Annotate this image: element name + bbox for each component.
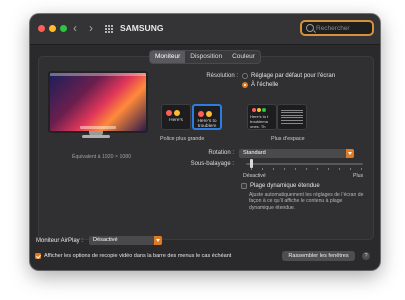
resolution-scaled-radio[interactable] bbox=[242, 82, 248, 88]
rotation-popup[interactable]: Standard bbox=[239, 149, 354, 158]
chevron-down-icon bbox=[346, 149, 354, 158]
display-stand-base bbox=[82, 135, 110, 138]
resolution-default-radio[interactable] bbox=[242, 73, 248, 79]
hdr-description: Ajuste automatiquement les réglages de l… bbox=[249, 192, 364, 211]
displays-window: ‹ › SAMSUNG Rechercher Moniteur Disposit… bbox=[30, 14, 380, 270]
underscan-slider-track[interactable] bbox=[246, 163, 363, 165]
scale-option-larger-text[interactable]: Here’s bbox=[161, 104, 191, 130]
display-preview bbox=[48, 71, 148, 133]
chevron-down-icon bbox=[154, 236, 162, 245]
scale-option-text: Here’s to t troublema ones. Th bbox=[250, 114, 269, 129]
resolution-default-label[interactable]: Réglage par défaut pour l’écran bbox=[251, 72, 335, 80]
tab-disposition[interactable]: Disposition bbox=[185, 51, 227, 63]
scale-option-more-space[interactable]: Here’s to t troublema ones. Th bbox=[247, 104, 277, 130]
scale-option-text: Here’s bbox=[169, 118, 183, 123]
search-field[interactable]: Rechercher bbox=[300, 20, 374, 36]
tab-moniteur[interactable]: Moniteur bbox=[150, 51, 186, 63]
zoom-window-button[interactable] bbox=[60, 25, 67, 32]
resolution-label: Résolution : bbox=[206, 73, 238, 79]
underscan-label: Sous-balayage : bbox=[190, 161, 234, 167]
gather-windows-button[interactable]: Rassembler les fenêtres bbox=[282, 251, 355, 261]
search-placeholder: Rechercher bbox=[316, 25, 350, 32]
tab-couleur[interactable]: Couleur bbox=[227, 51, 260, 63]
mirroring-checkbox[interactable] bbox=[35, 253, 41, 259]
scale-option-text: Here’s to troublem bbox=[197, 119, 217, 129]
back-button[interactable]: ‹ bbox=[73, 22, 77, 34]
scale-option-selected[interactable]: Here’s to troublem bbox=[192, 104, 222, 130]
underscan-min-label: Désactivé bbox=[243, 173, 266, 179]
equivalent-resolution: Équivalent à 1920 × 1080 bbox=[72, 154, 131, 160]
underscan-max-label: Plus bbox=[353, 173, 364, 179]
rotation-value: Standard bbox=[243, 150, 266, 156]
scale-option-most-space[interactable] bbox=[277, 104, 307, 130]
hdr-checkbox[interactable] bbox=[241, 183, 247, 189]
preview-menubar bbox=[50, 73, 146, 76]
window-title: SAMSUNG bbox=[120, 23, 164, 33]
forward-button[interactable]: › bbox=[89, 22, 93, 34]
search-icon bbox=[306, 24, 314, 32]
resolution-scaled-label[interactable]: À l’échelle bbox=[251, 81, 278, 89]
rotation-label: Rotation : bbox=[208, 150, 234, 156]
title-bar: ‹ › SAMSUNG Rechercher bbox=[30, 14, 380, 45]
minimize-window-button[interactable] bbox=[49, 25, 56, 32]
airplay-popup[interactable]: Désactivé bbox=[89, 236, 162, 245]
tab-bar: Moniteur Disposition Couleur bbox=[149, 50, 261, 64]
scale-range-min-label: Police plus grande bbox=[160, 136, 205, 142]
underscan-slider-knob[interactable] bbox=[250, 159, 253, 168]
show-all-grid-icon[interactable] bbox=[105, 25, 113, 33]
mirroring-label[interactable]: Afficher les options de recopie vidéo da… bbox=[44, 252, 231, 260]
wallpaper-image bbox=[50, 73, 146, 131]
close-window-button[interactable] bbox=[38, 25, 45, 32]
hdr-label[interactable]: Plage dynamique étendue bbox=[250, 182, 320, 190]
airplay-value: Désactivé bbox=[93, 237, 118, 243]
help-button[interactable]: ? bbox=[362, 252, 370, 260]
airplay-label: Moniteur AirPlay : bbox=[36, 238, 84, 244]
preview-dock bbox=[80, 126, 116, 129]
scale-range-max-label: Plus d’espace bbox=[271, 136, 305, 142]
